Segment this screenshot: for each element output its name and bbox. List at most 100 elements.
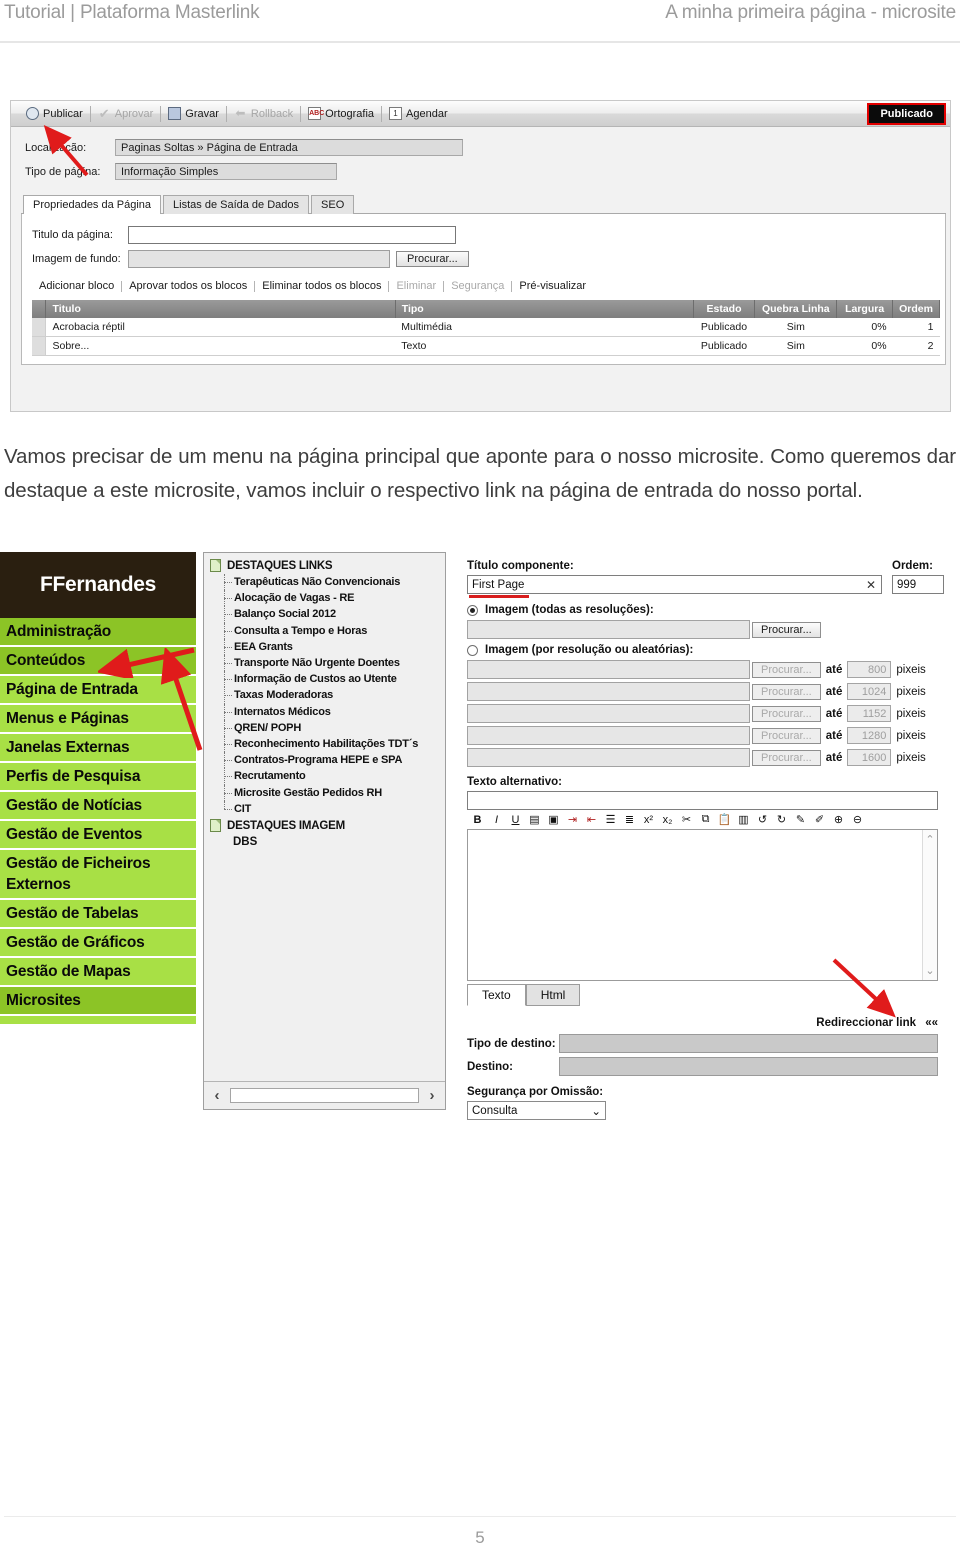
- tree-item-dbs[interactable]: DBS: [210, 834, 441, 851]
- publicar-button[interactable]: Publicar: [19, 104, 90, 124]
- editor-vertical-scrollbar[interactable]: ⌃ ⌄: [922, 830, 937, 980]
- resolution-procurar-button[interactable]: Procurar...: [752, 661, 821, 678]
- sidebar-item-perfis-de-pesquisa[interactable]: Perfis de Pesquisa: [0, 763, 196, 792]
- tab-propriedades-da-pagina[interactable]: Propriedades da Página: [23, 195, 162, 214]
- tree-horizontal-scrollbar[interactable]: ‹ ›: [204, 1081, 445, 1109]
- scroll-track[interactable]: [230, 1088, 419, 1103]
- aprovar-button[interactable]: ✔ Aprovar: [91, 104, 161, 124]
- radio-row-por-resolucao[interactable]: Imagem (por resolução ou aleatórias):: [467, 644, 944, 656]
- scroll-up-icon[interactable]: ⌃: [925, 833, 934, 846]
- bullet-list-icon[interactable]: ☰: [604, 813, 617, 826]
- tab-texto[interactable]: Texto: [467, 984, 526, 1006]
- sidebar-item-janelas-externas[interactable]: Janelas Externas: [0, 734, 196, 763]
- sidebar-item-microsites[interactable]: Microsites: [0, 987, 196, 1016]
- tree-item[interactable]: Alocação de Vagas - RE: [210, 590, 441, 607]
- indent-decrease-icon[interactable]: ⇤: [585, 813, 598, 826]
- resolution-procurar-button[interactable]: Procurar...: [752, 727, 821, 744]
- resolution-input[interactable]: [467, 682, 750, 701]
- col-titulo[interactable]: Titulo: [45, 300, 396, 318]
- tree-item[interactable]: Internatos Médicos: [210, 703, 441, 721]
- ortografia-button[interactable]: ABC Ortografia: [301, 104, 381, 124]
- zoom-out-icon[interactable]: ⊖: [851, 813, 864, 826]
- italic-icon[interactable]: I: [490, 813, 503, 826]
- row-handle[interactable]: [32, 336, 47, 356]
- tab-html[interactable]: Html: [525, 984, 581, 1006]
- table-row[interactable]: Sobre... Texto Publicado Sim 0% 2: [32, 336, 940, 356]
- undo-icon[interactable]: ↺: [756, 813, 769, 826]
- agendar-button[interactable]: 1 Agendar: [382, 104, 455, 124]
- bold-icon[interactable]: B: [471, 813, 484, 826]
- tree-item[interactable]: Informação de Custos ao Utente: [210, 671, 441, 688]
- seguranca-action[interactable]: Segurança: [444, 280, 511, 292]
- paste-icon[interactable]: 📋: [718, 813, 732, 826]
- tree-root-destaques-imagem[interactable]: DESTAQUES IMAGEM: [210, 819, 441, 833]
- row-handle[interactable]: [32, 318, 47, 337]
- tree-item[interactable]: Taxas Moderadoras: [210, 687, 441, 704]
- aprovar-todos-blocos-action[interactable]: Aprovar todos os blocos: [122, 280, 254, 292]
- tree-item[interactable]: Reconhecimento Habilitações TDT´s: [210, 736, 441, 753]
- sidebar-item-partial[interactable]: [0, 1016, 196, 1026]
- tree-item[interactable]: Terapêuticas Não Convencionais: [210, 574, 441, 591]
- destino-input[interactable]: [559, 1057, 938, 1076]
- cut-icon[interactable]: ✂: [680, 813, 693, 826]
- tree-item[interactable]: Balanço Social 2012: [210, 606, 441, 623]
- col-ordem[interactable]: Ordem: [892, 300, 940, 318]
- sidebar-item-conteudos[interactable]: Conteúdos: [0, 647, 196, 676]
- superscript-icon[interactable]: x²: [642, 813, 655, 826]
- tree-item[interactable]: CIT: [210, 800, 441, 817]
- radio-button-icon[interactable]: [467, 644, 478, 656]
- tree-item[interactable]: Microsite Gestão Pedidos RH: [210, 784, 441, 802]
- seguranca-omissao-select[interactable]: Consulta ⌄: [467, 1101, 606, 1120]
- tab-seo[interactable]: SEO: [311, 195, 355, 214]
- subscript-icon[interactable]: x₂: [661, 813, 674, 826]
- tree-item[interactable]: QREN/ POPH: [210, 719, 441, 737]
- clear-icon[interactable]: ✕: [866, 578, 876, 592]
- resolution-value[interactable]: 800: [847, 661, 892, 678]
- edit-alt-icon[interactable]: ✐: [813, 813, 826, 826]
- align-icon[interactable]: ▤: [528, 813, 541, 826]
- tipo-destino-input[interactable]: [559, 1034, 938, 1053]
- titulo-pagina-input[interactable]: [128, 226, 456, 244]
- sidebar-item-administracao[interactable]: Administração: [0, 618, 196, 647]
- resolution-value[interactable]: 1280: [847, 727, 892, 744]
- radio-row-todas-resolucoes[interactable]: Imagem (todas as resoluções):: [467, 604, 944, 616]
- resolution-input[interactable]: [467, 660, 750, 679]
- zoom-in-icon[interactable]: ⊕: [832, 813, 845, 826]
- imagem-todas-procurar-button[interactable]: Procurar...: [752, 621, 821, 638]
- resolution-value[interactable]: 1152: [847, 705, 892, 722]
- sidebar-item-pagina-de-entrada[interactable]: Página de Entrada: [0, 676, 196, 705]
- scroll-down-icon[interactable]: ⌄: [925, 964, 934, 977]
- eliminar-todos-blocos-action[interactable]: Eliminar todos os blocos: [255, 280, 388, 292]
- imagem-fundo-input[interactable]: [128, 250, 390, 268]
- paste-plain-icon[interactable]: ▥: [737, 813, 750, 826]
- redireccionar-link-row[interactable]: Redireccionar link ««: [467, 1017, 938, 1029]
- sidebar-item-gestao-de-mapas[interactable]: Gestão de Mapas: [0, 958, 196, 987]
- tree-item[interactable]: Recrutamento: [210, 768, 441, 785]
- imagem-fundo-procurar-button[interactable]: Procurar...: [396, 251, 469, 267]
- chevron-down-icon[interactable]: ⌄: [591, 1104, 601, 1118]
- col-estado[interactable]: Estado: [693, 300, 756, 318]
- indent-increase-icon[interactable]: ⇥: [566, 813, 579, 826]
- col-largura[interactable]: Largura: [836, 300, 894, 318]
- texto-alternativo-input[interactable]: [467, 791, 938, 810]
- image-icon[interactable]: ▣: [547, 813, 560, 826]
- ordem-input[interactable]: 999: [892, 575, 944, 594]
- scroll-right-icon[interactable]: ›: [425, 1087, 439, 1104]
- tree-root-destaques-links[interactable]: DESTAQUES LINKS: [210, 559, 441, 572]
- col-tipo[interactable]: Tipo: [395, 300, 694, 318]
- edit-icon[interactable]: ✎: [794, 813, 807, 826]
- pre-visualizar-action[interactable]: Pré-visualizar: [512, 280, 593, 292]
- resolution-procurar-button[interactable]: Procurar...: [752, 705, 821, 722]
- sidebar-item-gestao-de-graficos[interactable]: Gestão de Gráficos: [0, 929, 196, 958]
- rich-text-editor-area[interactable]: ⌃ ⌄: [467, 829, 938, 981]
- sidebar-item-gestao-de-ficheiros-externos[interactable]: Gestão de Ficheiros Externos: [0, 850, 196, 900]
- resolution-input[interactable]: [467, 726, 750, 745]
- radio-button-icon[interactable]: [467, 604, 478, 616]
- tree-item[interactable]: Contratos-Programa HEPE e SPA: [210, 752, 441, 769]
- scroll-left-icon[interactable]: ‹: [210, 1087, 224, 1104]
- redo-icon[interactable]: ↻: [775, 813, 788, 826]
- chevron-left-double-icon[interactable]: ««: [925, 1017, 938, 1029]
- resolution-input[interactable]: [467, 704, 750, 723]
- resolution-value[interactable]: 1600: [847, 749, 892, 766]
- tree-item[interactable]: Consulta a Tempo e Horas: [210, 622, 441, 640]
